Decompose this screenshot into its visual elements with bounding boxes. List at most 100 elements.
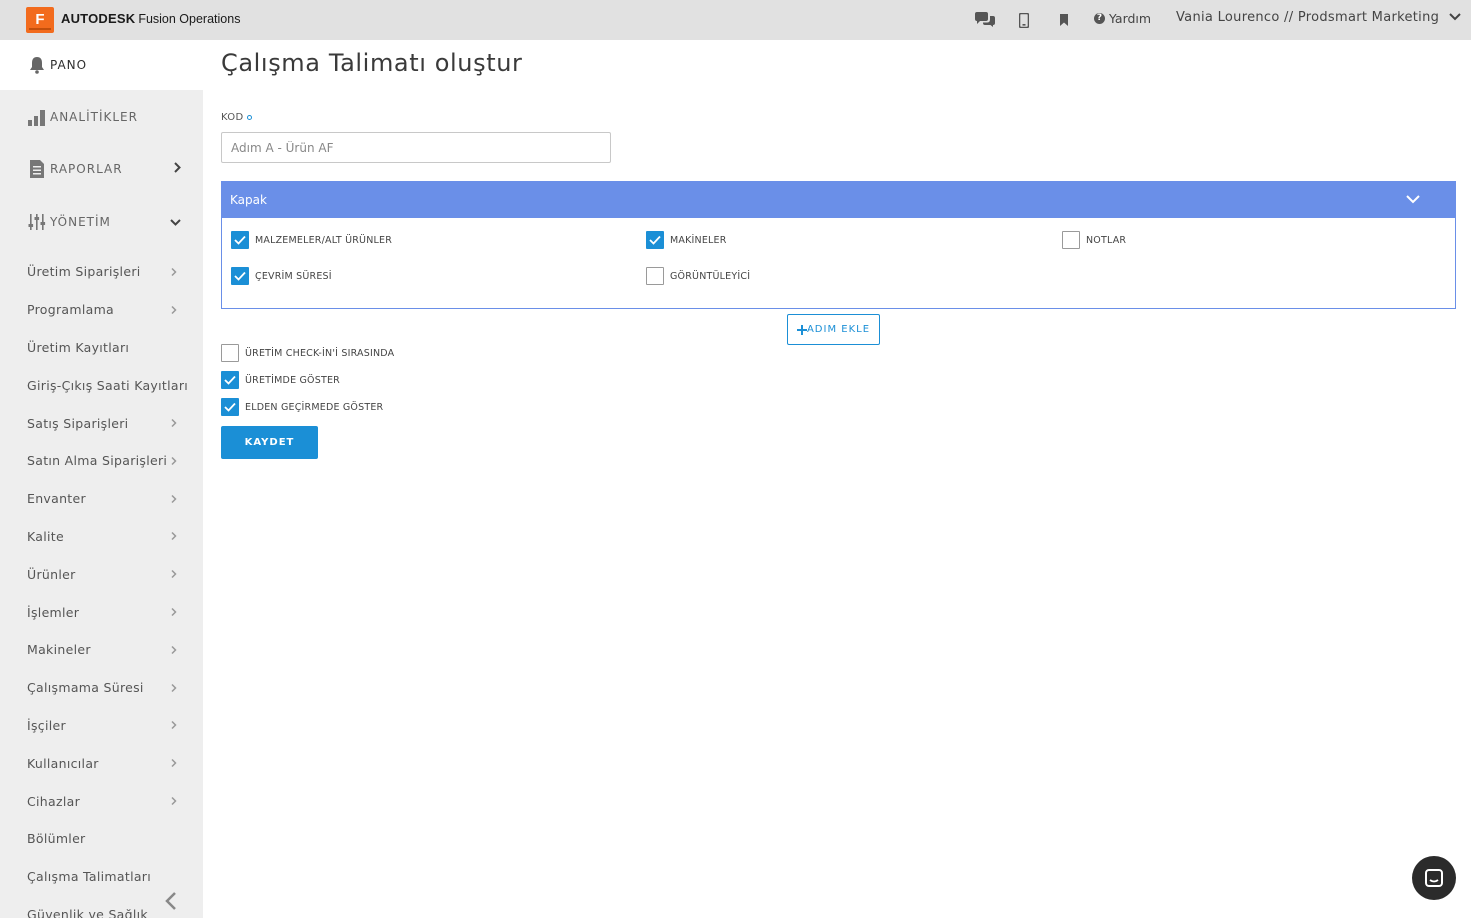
sidebar-subitem[interactable]: Üretim Kayıtları	[0, 329, 203, 367]
sidebar-item-analitikler[interactable]: ANALİTİKLER	[0, 92, 203, 142]
kapak-option-label: GÖRÜNTÜLEYİCİ	[670, 270, 751, 282]
chevron-right-icon	[171, 567, 177, 582]
sidebar-item-label: PANO	[50, 58, 88, 72]
sidebar-subitem-label: Kalite	[27, 528, 64, 544]
kapak-panel-header[interactable]: Kapak	[222, 182, 1455, 218]
kapak-option-label: MAKİNELER	[670, 234, 727, 246]
chevron-right-icon	[171, 642, 177, 657]
bookmark-icon[interactable]	[1057, 9, 1071, 31]
plus-icon	[796, 324, 807, 335]
help-link[interactable]: ? Yardım	[1094, 11, 1151, 26]
setting-checkbox[interactable]: ÜRETİM CHECK-İN'İ SIRASINDA	[221, 344, 394, 362]
kapak-option-checkbox[interactable]: MAKİNELER	[646, 231, 727, 249]
collapse-sidebar-icon[interactable]	[164, 891, 178, 915]
sidebar-subitem[interactable]: Çalışma Talimatları	[0, 858, 203, 896]
help-icon: ?	[1094, 13, 1105, 24]
sidebar-subitem[interactable]: Satış Siparişleri	[0, 404, 203, 442]
setting-label: ÜRETİMDE GÖSTER	[245, 374, 340, 386]
mobile-icon[interactable]	[1017, 9, 1031, 31]
top-bar: F AUTODESK Fusion Operations ? Yardım Van…	[0, 0, 1471, 40]
sliders-icon	[27, 212, 47, 232]
required-indicator-icon	[247, 115, 253, 120]
chevron-right-icon	[171, 302, 177, 317]
sidebar-subitem-label: Çalışma Talimatları	[27, 869, 152, 885]
checkbox-empty-icon[interactable]	[1062, 231, 1080, 249]
setting-checkbox[interactable]: ÜRETİMDE GÖSTER	[221, 371, 340, 389]
sidebar-subitem[interactable]: İşlemler	[0, 593, 203, 631]
checkbox-checked-icon[interactable]	[231, 231, 249, 249]
sidebar-item-label: ANALİTİKLER	[50, 110, 138, 124]
sidebar-subitem[interactable]: Makineler	[0, 631, 203, 669]
chevron-right-icon	[171, 718, 177, 733]
kod-label: KOD	[221, 112, 253, 123]
sidebar-subitem[interactable]: Cihazlar	[0, 782, 203, 820]
chat-launcher-button[interactable]	[1412, 856, 1456, 900]
checkbox-empty-icon[interactable]	[646, 267, 664, 285]
checkbox-checked-icon[interactable]	[221, 398, 239, 416]
chevron-right-icon	[171, 491, 177, 506]
panel-title: Kapak	[230, 193, 267, 207]
sidebar-item-label: RAPORLAR	[50, 162, 123, 176]
sidebar-subitem[interactable]: Kullanıcılar	[0, 744, 203, 782]
kapak-option-checkbox[interactable]: GÖRÜNTÜLEYİCİ	[646, 267, 750, 285]
checkbox-checked-icon[interactable]	[231, 267, 249, 285]
sidebar-item-raporlar[interactable]: RAPORLAR	[0, 144, 203, 194]
user-menu[interactable]: Vania Lourenco // Prodsmart Marketing	[1176, 10, 1461, 25]
sidebar-subitem[interactable]: Kalite	[0, 518, 203, 556]
checkbox-checked-icon[interactable]	[221, 371, 239, 389]
brand-product: Fusion Operations	[138, 12, 241, 26]
chevron-right-icon	[171, 680, 177, 695]
kapak-option-checkbox[interactable]: ÇEVRİM SÜRESİ	[231, 267, 332, 285]
sidebar-item-pano[interactable]: PANO	[0, 40, 203, 90]
brand-company: AUTODESK	[61, 11, 136, 26]
sidebar-subitem[interactable]: Ürünler	[0, 555, 203, 593]
chevron-right-icon	[171, 794, 177, 809]
help-label: Yardım	[1109, 11, 1152, 26]
sidebar-item-label: YÖNETİM	[50, 215, 111, 229]
sidebar-subitem[interactable]: Üretim Siparişleri	[0, 253, 203, 291]
page-title: Çalışma Talimatı oluştur	[221, 49, 523, 77]
chevron-right-icon	[174, 162, 181, 176]
setting-label: ELDEN GEÇİRMEDE GÖSTER	[245, 401, 384, 413]
sidebar-subitem[interactable]: Programlama	[0, 291, 203, 329]
chevron-right-icon	[171, 605, 177, 620]
save-button[interactable]: KAYDET	[221, 426, 318, 459]
sidebar-subitem-label: İşçiler	[27, 717, 66, 733]
setting-checkbox[interactable]: ELDEN GEÇİRMEDE GÖSTER	[221, 398, 383, 416]
logo-letter: F	[35, 11, 44, 28]
chat-icon[interactable]	[973, 9, 997, 31]
kapak-option-checkbox[interactable]: MALZEMELER/ALT ÜRÜNLER	[231, 231, 392, 249]
bar-chart-icon	[27, 107, 47, 127]
add-step-button[interactable]: ADIM EKLE	[787, 314, 880, 345]
fusion-logo-icon[interactable]: F	[26, 7, 54, 33]
kapak-option-label: MALZEMELER/ALT ÜRÜNLER	[255, 234, 393, 246]
kapak-option-checkbox[interactable]: NOTLAR	[1062, 231, 1126, 249]
kapak-option-label: ÇEVRİM SÜRESİ	[255, 270, 332, 282]
chevron-right-icon	[171, 529, 177, 544]
sidebar-subitem-label: Satın Alma Siparişleri	[27, 453, 168, 469]
chevron-right-icon	[171, 756, 177, 771]
checkbox-empty-icon[interactable]	[221, 344, 239, 362]
kod-label-text: KOD	[221, 112, 244, 123]
checkbox-checked-icon[interactable]	[646, 231, 664, 249]
sidebar-subitem[interactable]: Giriş-Çıkış Saati Kayıtları	[0, 366, 203, 404]
message-icon	[1425, 869, 1443, 887]
sidebar-subitem-label: Bölümler	[27, 831, 86, 847]
sidebar-subitem[interactable]: İşçiler	[0, 707, 203, 745]
chevron-down-icon	[170, 215, 181, 229]
add-step-label: ADIM EKLE	[806, 324, 871, 335]
user-label: Vania Lourenco // Prodsmart Marketing	[1176, 10, 1440, 25]
chevron-right-icon	[171, 264, 177, 279]
sidebar-subitem-label: Güvenlik ve Sağlık	[27, 906, 148, 918]
sidebar-subitem[interactable]: Satın Alma Siparişleri	[0, 442, 203, 480]
sidebar-subitem-label: Programlama	[27, 302, 115, 318]
sidebar-subitem[interactable]: Envanter	[0, 480, 203, 518]
chevron-right-icon	[171, 416, 177, 431]
report-icon	[27, 159, 47, 179]
kod-input[interactable]	[221, 132, 611, 163]
chevron-down-icon	[1406, 193, 1420, 207]
sidebar-subitem[interactable]: Çalışmama Süresi	[0, 669, 203, 707]
sidebar-item-yonetim[interactable]: YÖNETİM	[0, 197, 203, 247]
brand-name: AUTODESK Fusion Operations	[61, 11, 240, 26]
sidebar-subitem[interactable]: Bölümler	[0, 820, 203, 858]
